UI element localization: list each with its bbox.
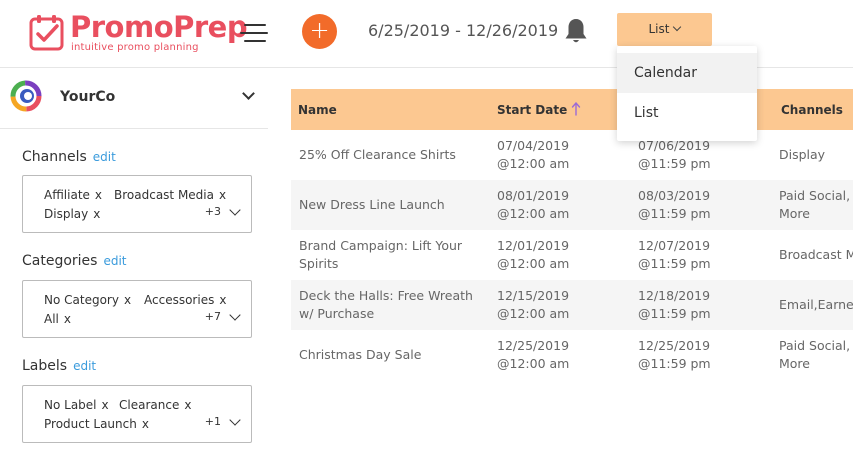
channels-label-text: Channels xyxy=(22,149,87,165)
labels-more-count: +1 xyxy=(204,415,221,428)
remove-tag-button[interactable]: x xyxy=(219,293,226,307)
category-tag: No Category x xyxy=(44,293,132,307)
promo-name: New Dress Line Launch xyxy=(299,197,445,212)
promo-name-line2: Spirits xyxy=(299,256,339,271)
start-date: 12/01/2019 xyxy=(497,238,570,253)
channels-filter-select[interactable]: Affiliate x Broadcast Media x Display x +3 xyxy=(22,175,252,233)
categories-label-text: Categories xyxy=(22,253,98,269)
remove-tag-button[interactable]: x xyxy=(124,293,131,307)
promo-channels: Broadcast M xyxy=(779,247,853,262)
chevron-down-icon xyxy=(229,414,241,426)
end-date: 12/18/2019 xyxy=(638,288,711,303)
label-tag: Product Launch x xyxy=(44,417,149,431)
labels-edit-link[interactable]: edit xyxy=(73,359,96,373)
end-date: 12/07/2019 xyxy=(638,238,711,253)
promo-name: Brand Campaign: Lift Your xyxy=(299,238,463,253)
remove-tag-button[interactable]: x xyxy=(93,207,100,221)
date-range-picker[interactable]: 6/25/2019 - 12/26/2019 xyxy=(368,21,558,40)
remove-tag-button[interactable]: x xyxy=(142,417,149,431)
chevron-down-icon xyxy=(229,309,241,321)
chevron-down-icon xyxy=(229,204,241,216)
promo-name: Christmas Day Sale xyxy=(299,347,422,362)
hamburger-icon[interactable] xyxy=(240,24,268,44)
channel-tag: Broadcast Media x xyxy=(114,188,227,202)
chevron-down-icon xyxy=(242,87,255,100)
label-tag: Clearance x xyxy=(119,398,192,412)
add-promo-button[interactable]: + xyxy=(302,14,337,49)
remove-tag-button[interactable]: x xyxy=(64,312,71,326)
promo-channels: Paid Social, A xyxy=(779,338,853,353)
category-tag: All x xyxy=(44,312,71,326)
channels-more-link[interactable]: More xyxy=(779,205,810,223)
filter-sidebar: YourCo Channels edit Affiliate x Broadcast… xyxy=(0,69,268,455)
channel-tag: Affiliate x xyxy=(44,188,103,202)
categories-more-count: +7 xyxy=(204,310,221,323)
table-row[interactable]: Christmas Day Sale 12/25/2019 @12:00 am … xyxy=(291,330,853,380)
labels-filter-select[interactable]: No Label x Clearance x Product Launch x +1 xyxy=(22,385,252,443)
promo-channels: Display xyxy=(779,147,826,162)
table-row[interactable]: New Dress Line Launch 08/01/2019 @12:00 … xyxy=(291,180,853,230)
app-logo[interactable]: PromoPrep intuitive promo planning xyxy=(28,10,248,56)
categories-filter-label: Categories edit xyxy=(22,253,127,269)
app-logo-icon xyxy=(29,15,64,51)
view-mode-dropdown: Calendar List xyxy=(617,46,757,141)
table-header: Name Start Date Channels xyxy=(291,89,853,130)
category-tag: Accessories x xyxy=(144,293,227,307)
channels-more-count: +3 xyxy=(204,205,221,218)
label-tag: No Label x xyxy=(44,398,109,412)
end-time: @11:59 pm xyxy=(638,356,711,371)
start-date: 12/15/2019 xyxy=(497,288,570,303)
view-mode-label: List xyxy=(648,22,670,36)
channels-filter-label: Channels edit xyxy=(22,149,116,165)
column-header-name[interactable]: Name xyxy=(298,103,337,117)
table-row[interactable]: 25% Off Clearance Shirts 07/04/2019 @12:… xyxy=(291,130,853,180)
table-row[interactable]: Brand Campaign: Lift Your Spirits 12/01/… xyxy=(291,230,853,280)
company-logo-icon xyxy=(10,80,42,112)
end-date: 12/25/2019 xyxy=(638,338,711,353)
start-time: @12:00 am xyxy=(497,156,570,171)
start-time: @12:00 am xyxy=(497,256,570,271)
start-date: 08/01/2019 xyxy=(497,188,570,203)
sort-up-arrow-icon[interactable] xyxy=(571,101,581,117)
end-time: @11:59 pm xyxy=(638,306,711,321)
end-time: @11:59 pm xyxy=(638,256,711,271)
promo-name: 25% Off Clearance Shirts xyxy=(299,147,456,162)
company-selector[interactable]: YourCo xyxy=(0,69,268,129)
promo-channels: Email,Earned xyxy=(779,297,853,312)
labels-label-text: Labels xyxy=(22,358,68,374)
channel-tag: Display x xyxy=(44,207,101,221)
column-header-channels[interactable]: Channels xyxy=(781,103,843,117)
labels-filter-label: Labels edit xyxy=(22,358,96,374)
end-time: @11:59 pm xyxy=(638,156,711,171)
table-row[interactable]: Deck the Halls: Free Wreath w/ Purchase … xyxy=(291,280,853,330)
categories-filter-select[interactable]: No Category x Accessories x All x +7 xyxy=(22,280,252,338)
start-time: @12:00 am xyxy=(497,306,570,321)
remove-tag-button[interactable]: x xyxy=(102,398,109,412)
channels-edit-link[interactable]: edit xyxy=(93,150,116,164)
column-header-start-date[interactable]: Start Date xyxy=(497,103,567,117)
bell-icon[interactable] xyxy=(563,17,589,45)
start-date: 07/04/2019 xyxy=(497,138,570,153)
view-mode-button[interactable]: List xyxy=(617,13,712,46)
promo-channels: Paid Social, E xyxy=(779,188,853,203)
channels-more-link[interactable]: More xyxy=(779,355,810,373)
view-option-list[interactable]: List xyxy=(617,93,757,133)
remove-tag-button[interactable]: x xyxy=(95,188,102,202)
chevron-down-icon xyxy=(673,22,682,32)
start-time: @12:00 am xyxy=(497,206,570,221)
end-date: 08/03/2019 xyxy=(638,188,711,203)
start-date: 12/25/2019 xyxy=(497,338,570,353)
app-logo-name: PromoPrep xyxy=(70,10,248,44)
start-time: @12:00 am xyxy=(497,356,570,371)
app-logo-tagline: intuitive promo planning xyxy=(71,42,199,53)
view-option-calendar[interactable]: Calendar xyxy=(617,53,757,93)
remove-tag-button[interactable]: x xyxy=(219,188,226,202)
company-name: YourCo xyxy=(60,89,116,105)
promo-name-line2: w/ Purchase xyxy=(299,306,375,321)
categories-edit-link[interactable]: edit xyxy=(103,254,126,268)
end-time: @11:59 pm xyxy=(638,206,711,221)
promo-name: Deck the Halls: Free Wreath xyxy=(299,288,473,303)
remove-tag-button[interactable]: x xyxy=(184,398,191,412)
